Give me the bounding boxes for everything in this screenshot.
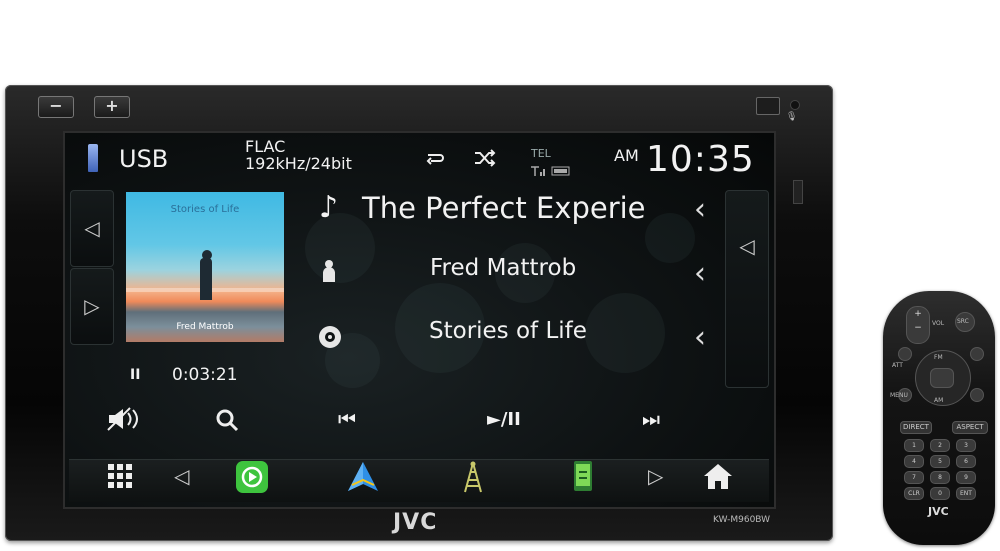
remote-key-6[interactable]: 6 xyxy=(956,455,976,468)
source-label[interactable]: USB xyxy=(119,145,168,173)
remote-key-0[interactable]: 0 xyxy=(930,487,950,500)
next-track-button[interactable]: ⏭ xyxy=(642,407,660,431)
volume-down-button[interactable]: − xyxy=(38,96,74,118)
album-art[interactable]: Stories of Life Fred Mattrob xyxy=(126,192,284,342)
launcher-prev-icon[interactable]: ◁ xyxy=(174,464,189,488)
remote-key-3[interactable]: 3 xyxy=(956,439,976,452)
remote-att-button[interactable] xyxy=(898,347,912,361)
signal-battery-icon xyxy=(530,162,574,176)
album-art-artist: Fred Mattrob xyxy=(176,322,234,332)
mute-icon[interactable] xyxy=(106,406,146,432)
model-label: KW-M960BW xyxy=(713,515,771,525)
quality-label: 192kHz/24bit xyxy=(245,154,352,173)
music-note-icon: ♪ xyxy=(319,190,339,225)
play-pause-button[interactable]: ►/II xyxy=(487,409,521,430)
pause-status-icon: II xyxy=(130,367,141,383)
previous-track-button[interactable]: ⏮ xyxy=(338,407,356,431)
repeat-icon[interactable] xyxy=(424,149,446,167)
album-name: Stories of Life xyxy=(429,318,587,344)
artist-name: Fred Mattrob xyxy=(430,255,577,281)
remote-key-8[interactable]: 8 xyxy=(930,471,950,484)
track-title-expand-chevron[interactable]: ‹ xyxy=(694,192,706,227)
mic-hole xyxy=(790,100,800,110)
remote-key-7[interactable]: 7 xyxy=(904,471,924,484)
remote-key-4[interactable]: 4 xyxy=(904,455,924,468)
remote-key-1[interactable]: 1 xyxy=(904,439,924,452)
remote-back-button[interactable] xyxy=(970,347,984,361)
indicator-slot xyxy=(793,180,803,204)
track-title: The Perfect Experie xyxy=(362,191,646,225)
tel-label: TEL xyxy=(531,147,551,160)
volume-up-button[interactable]: + xyxy=(94,96,130,118)
shuffle-icon[interactable] xyxy=(473,149,497,167)
left-panel-next-tab[interactable]: ▷ xyxy=(70,268,114,345)
remote-key-9[interactable]: 9 xyxy=(956,471,976,484)
remote-fm-label: FM xyxy=(934,354,943,361)
eject-button[interactable] xyxy=(756,97,780,115)
mic-icon: 🎙 xyxy=(786,112,798,122)
bokeh xyxy=(645,213,695,263)
album-art-figure xyxy=(200,258,212,300)
remote-key-clr[interactable]: CLR xyxy=(904,487,924,500)
search-icon[interactable] xyxy=(214,407,240,433)
remote-src-label: SRC xyxy=(957,318,969,325)
android-auto-icon[interactable] xyxy=(346,460,380,494)
remote-am-label: AM xyxy=(934,397,944,404)
remote-play-button[interactable] xyxy=(930,368,954,388)
left-panel-prev-tab[interactable]: ◁ xyxy=(70,190,114,267)
album-expand-chevron[interactable]: ‹ xyxy=(694,320,706,355)
remote-key-2[interactable]: 2 xyxy=(930,439,950,452)
phone-mirroring-icon[interactable] xyxy=(573,460,593,492)
usb-icon xyxy=(88,144,98,172)
remote-direct-key[interactable]: DIRECT xyxy=(900,421,932,434)
bokeh xyxy=(585,293,665,373)
remote-key-5[interactable]: 5 xyxy=(930,455,950,468)
artist-expand-chevron[interactable]: ‹ xyxy=(694,256,706,291)
remote-brand-logo: JVC xyxy=(928,505,949,518)
artist-icon xyxy=(321,258,337,284)
remote-key-ent[interactable]: ENT xyxy=(956,487,976,500)
carplay-icon[interactable] xyxy=(236,461,268,493)
brand-logo: JVC xyxy=(393,510,438,535)
app-grid-icon[interactable] xyxy=(107,463,133,489)
ampm-label: AM xyxy=(614,146,639,165)
radio-tower-icon[interactable] xyxy=(462,460,484,494)
remote-vol-label: VOL xyxy=(932,320,945,327)
clock: 10:35 xyxy=(646,139,755,180)
remote-phone-button[interactable] xyxy=(970,388,984,402)
remote-volume-rocker[interactable]: + − xyxy=(906,306,930,344)
right-panel-tab[interactable]: ◁ xyxy=(725,190,769,388)
home-icon[interactable] xyxy=(702,461,734,491)
remote-menu-label: MENU xyxy=(890,392,908,399)
elapsed-time: 0:03:21 xyxy=(172,365,238,385)
launcher-next-icon[interactable]: ▷ xyxy=(648,464,663,488)
remote-att-label: ATT xyxy=(892,362,903,369)
remote-aspect-key[interactable]: ASPECT xyxy=(952,421,988,434)
album-art-title: Stories of Life xyxy=(170,204,240,215)
album-icon xyxy=(317,324,343,350)
